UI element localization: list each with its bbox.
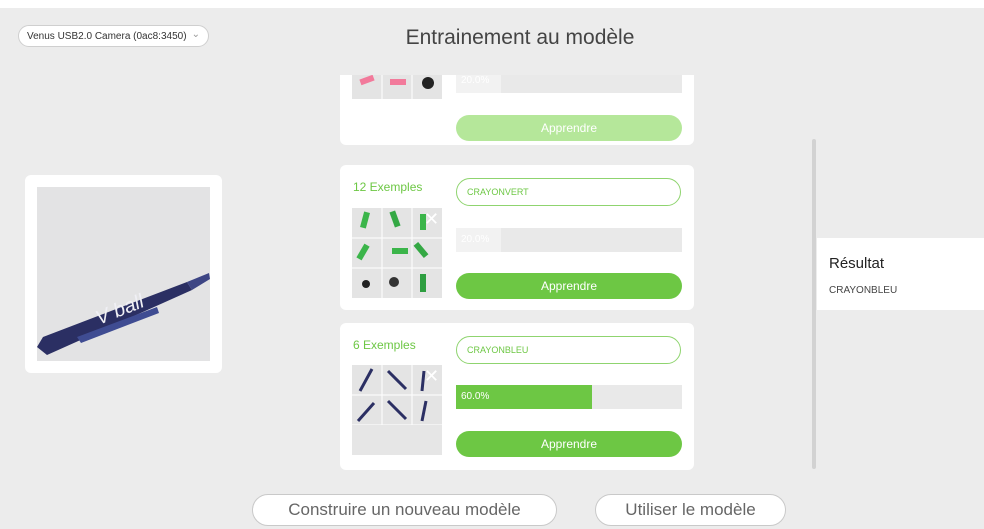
progress-text: 60.0% <box>461 391 490 402</box>
learn-button[interactable]: Apprendre <box>456 115 682 141</box>
class-list[interactable]: 20.0% Apprendre 12 Exemples ✕ CRAYONVERT… <box>340 75 694 470</box>
chevron-down-icon: ⌄ <box>191 29 200 40</box>
class-card-crayonvert: 12 Exemples ✕ CRAYONVERT 20.0% Apprendre <box>340 165 694 310</box>
example-count: 12 Exemples <box>353 180 423 194</box>
class-name-input[interactable]: CRAYONVERT <box>456 178 681 206</box>
learn-button[interactable]: Apprendre <box>456 273 682 299</box>
close-icon[interactable]: ✕ <box>424 367 439 385</box>
training-progress-bar: 60.0% <box>456 385 682 409</box>
build-new-model-button[interactable]: Construire un nouveau modèle <box>252 494 557 526</box>
progress-text: 20.0% <box>461 234 490 245</box>
close-icon[interactable]: ✕ <box>424 210 439 228</box>
training-progress-bar: 20.0% <box>456 75 682 93</box>
use-model-button[interactable]: Utiliser le modèle <box>595 494 786 526</box>
example-thumbnails: ✕ <box>352 365 442 455</box>
class-card-crayonbleu: 6 Exemples ✕ CRAYONBLEU 60.0% Apprendre <box>340 323 694 470</box>
window-top-strip <box>0 0 984 8</box>
class-name-input[interactable]: CRAYONBLEU <box>456 336 681 364</box>
camera-select[interactable]: Venus USB2.0 Camera (0ac8:3450) ⌄ <box>18 25 209 47</box>
camera-select-value: Venus USB2.0 Camera (0ac8:3450) <box>27 30 187 42</box>
progress-text: 20.0% <box>461 75 490 86</box>
page-title: Entrainement au modèle <box>405 26 635 49</box>
webcam-preview-card: V ball <box>25 175 222 373</box>
learn-button[interactable]: Apprendre <box>456 431 682 457</box>
result-title: Résultat <box>829 255 885 272</box>
example-thumbnails: ✕ <box>352 208 442 298</box>
result-panel: Résultat CRAYONBLEU <box>817 238 984 310</box>
training-progress-bar: 20.0% <box>456 228 682 252</box>
example-count: 6 Exemples <box>353 338 416 352</box>
scrollbar[interactable] <box>812 139 816 469</box>
webcam-preview-image: V ball <box>37 187 210 361</box>
result-value: CRAYONBLEU <box>829 285 898 296</box>
example-thumbnails <box>352 75 442 99</box>
class-card-highlighter-pink: 20.0% Apprendre <box>340 75 694 145</box>
